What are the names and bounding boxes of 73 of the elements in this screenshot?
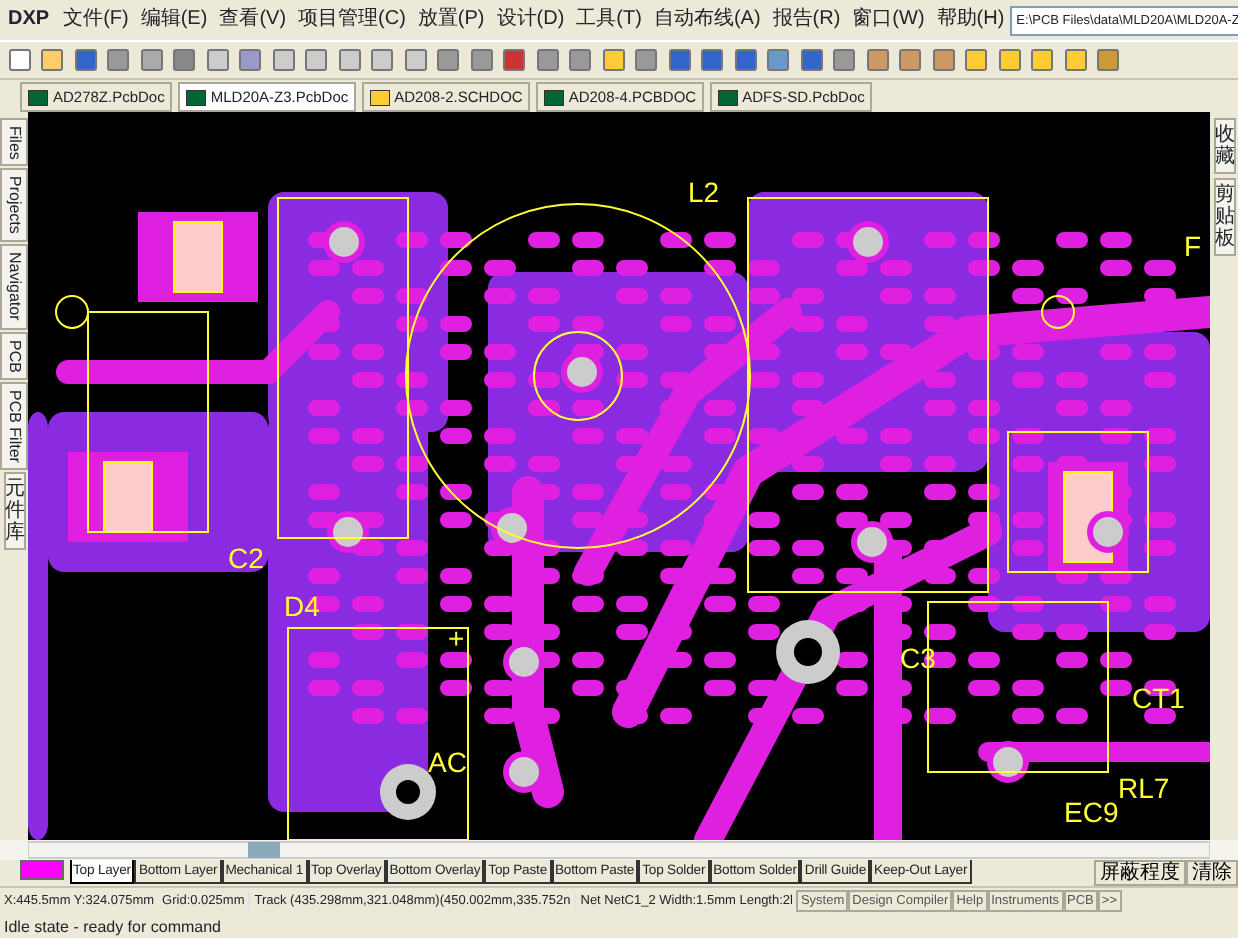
designator-label: C2 xyxy=(228,542,264,574)
panel-tab[interactable]: 元件库 xyxy=(3,472,25,551)
toolbar-icon[interactable] xyxy=(599,46,627,74)
designator-label: EC9 xyxy=(1064,796,1119,828)
pcb-file-icon xyxy=(185,89,206,105)
toolbar-icon[interactable] xyxy=(335,46,363,74)
logo-text[interactable]: DXP xyxy=(0,0,58,40)
designator-label: D4 xyxy=(284,590,320,622)
menu-item[interactable]: 查看(V) xyxy=(213,0,293,40)
menu-item[interactable]: 窗口(W) xyxy=(846,0,931,40)
menu-item[interactable]: 帮助(H) xyxy=(930,0,1011,40)
toolbar-icon[interactable] xyxy=(731,46,759,74)
designator-label: F xyxy=(1184,230,1202,262)
toolbar-icon[interactable] xyxy=(863,46,891,74)
designator-label: + xyxy=(448,622,465,654)
toolbar-icon[interactable] xyxy=(38,46,66,74)
toolbar-icon[interactable] xyxy=(830,46,858,74)
toolbar-icon[interactable] xyxy=(500,46,528,74)
toolbar-icon[interactable] xyxy=(203,46,231,74)
panel-tab[interactable]: PCB xyxy=(0,331,28,380)
toolbar-icon[interactable] xyxy=(962,46,990,74)
layer-color-swatch xyxy=(20,860,64,880)
toolbar-icon[interactable] xyxy=(104,46,132,74)
panel-tab[interactable]: Files xyxy=(0,117,28,167)
menu-item[interactable]: 工具(T) xyxy=(570,0,648,40)
toolbar-icon[interactable] xyxy=(929,46,957,74)
toolbar-icon[interactable] xyxy=(995,46,1023,74)
toolbar-icon[interactable] xyxy=(1094,46,1122,74)
menu-item[interactable]: 文件(F) xyxy=(57,0,135,40)
panel-tab[interactable]: 剪贴板 xyxy=(1213,177,1235,255)
toolbar-icon[interactable] xyxy=(368,46,396,74)
toolbar-icon[interactable] xyxy=(533,46,561,74)
menu-item[interactable]: 放置(P) xyxy=(411,0,491,40)
menu-item[interactable]: 编辑(E) xyxy=(134,0,214,40)
pcb-file-icon xyxy=(28,89,48,105)
menu-item[interactable]: 设计(D) xyxy=(490,0,571,40)
toolbar-icon[interactable] xyxy=(434,46,462,74)
designator-label: L2 xyxy=(688,176,720,208)
toolbar-icon[interactable] xyxy=(1028,46,1056,74)
panel-tab[interactable]: PCB Filter xyxy=(0,382,28,471)
toolbar-icon[interactable] xyxy=(170,46,198,74)
toolbar-icon[interactable] xyxy=(467,46,495,74)
toolbar-icon[interactable] xyxy=(5,46,33,74)
status-message: Idle state - ready for command xyxy=(2,916,223,938)
layer-button[interactable]: 屏蔽程度 xyxy=(1094,860,1186,886)
schematic-file-icon xyxy=(369,89,390,105)
toolbar-icon[interactable] xyxy=(236,46,264,74)
designator-label: AC xyxy=(428,746,467,778)
toolbar-icon[interactable] xyxy=(401,46,429,74)
menu-item[interactable]: 项目管理(C) xyxy=(292,0,412,40)
designator-label: RL7 xyxy=(1118,772,1170,804)
toolbar-icon[interactable] xyxy=(896,46,924,74)
toolbar-icon[interactable] xyxy=(269,46,297,74)
designator-label: CT1 xyxy=(1132,682,1185,714)
toolbar-icon[interactable] xyxy=(764,46,792,74)
panel-tab[interactable]: 收藏 xyxy=(1213,117,1235,173)
menu-item[interactable]: 自动布线(A) xyxy=(647,0,767,40)
pcb-file-icon xyxy=(543,89,564,105)
toolbar-icon[interactable] xyxy=(698,46,726,74)
toolbar-icon[interactable] xyxy=(1061,46,1089,74)
toolbar-icon[interactable] xyxy=(797,46,825,74)
toolbar-icon[interactable] xyxy=(566,46,594,74)
toolbar-icon[interactable] xyxy=(302,46,330,74)
pcb-file-icon xyxy=(717,89,738,105)
toolbar-icon[interactable] xyxy=(665,46,693,74)
layer-button[interactable]: 清除 xyxy=(1186,860,1238,886)
toolbar-icon[interactable] xyxy=(632,46,660,74)
panel-tab[interactable]: Navigator xyxy=(0,244,28,330)
panel-tab[interactable]: Projects xyxy=(0,168,28,243)
toolbar-icon[interactable] xyxy=(71,46,99,74)
toolbar-icon[interactable] xyxy=(137,46,165,74)
menu-item[interactable]: 报告(R) xyxy=(766,0,847,40)
horizontal-scrollbar[interactable] xyxy=(28,840,1210,860)
